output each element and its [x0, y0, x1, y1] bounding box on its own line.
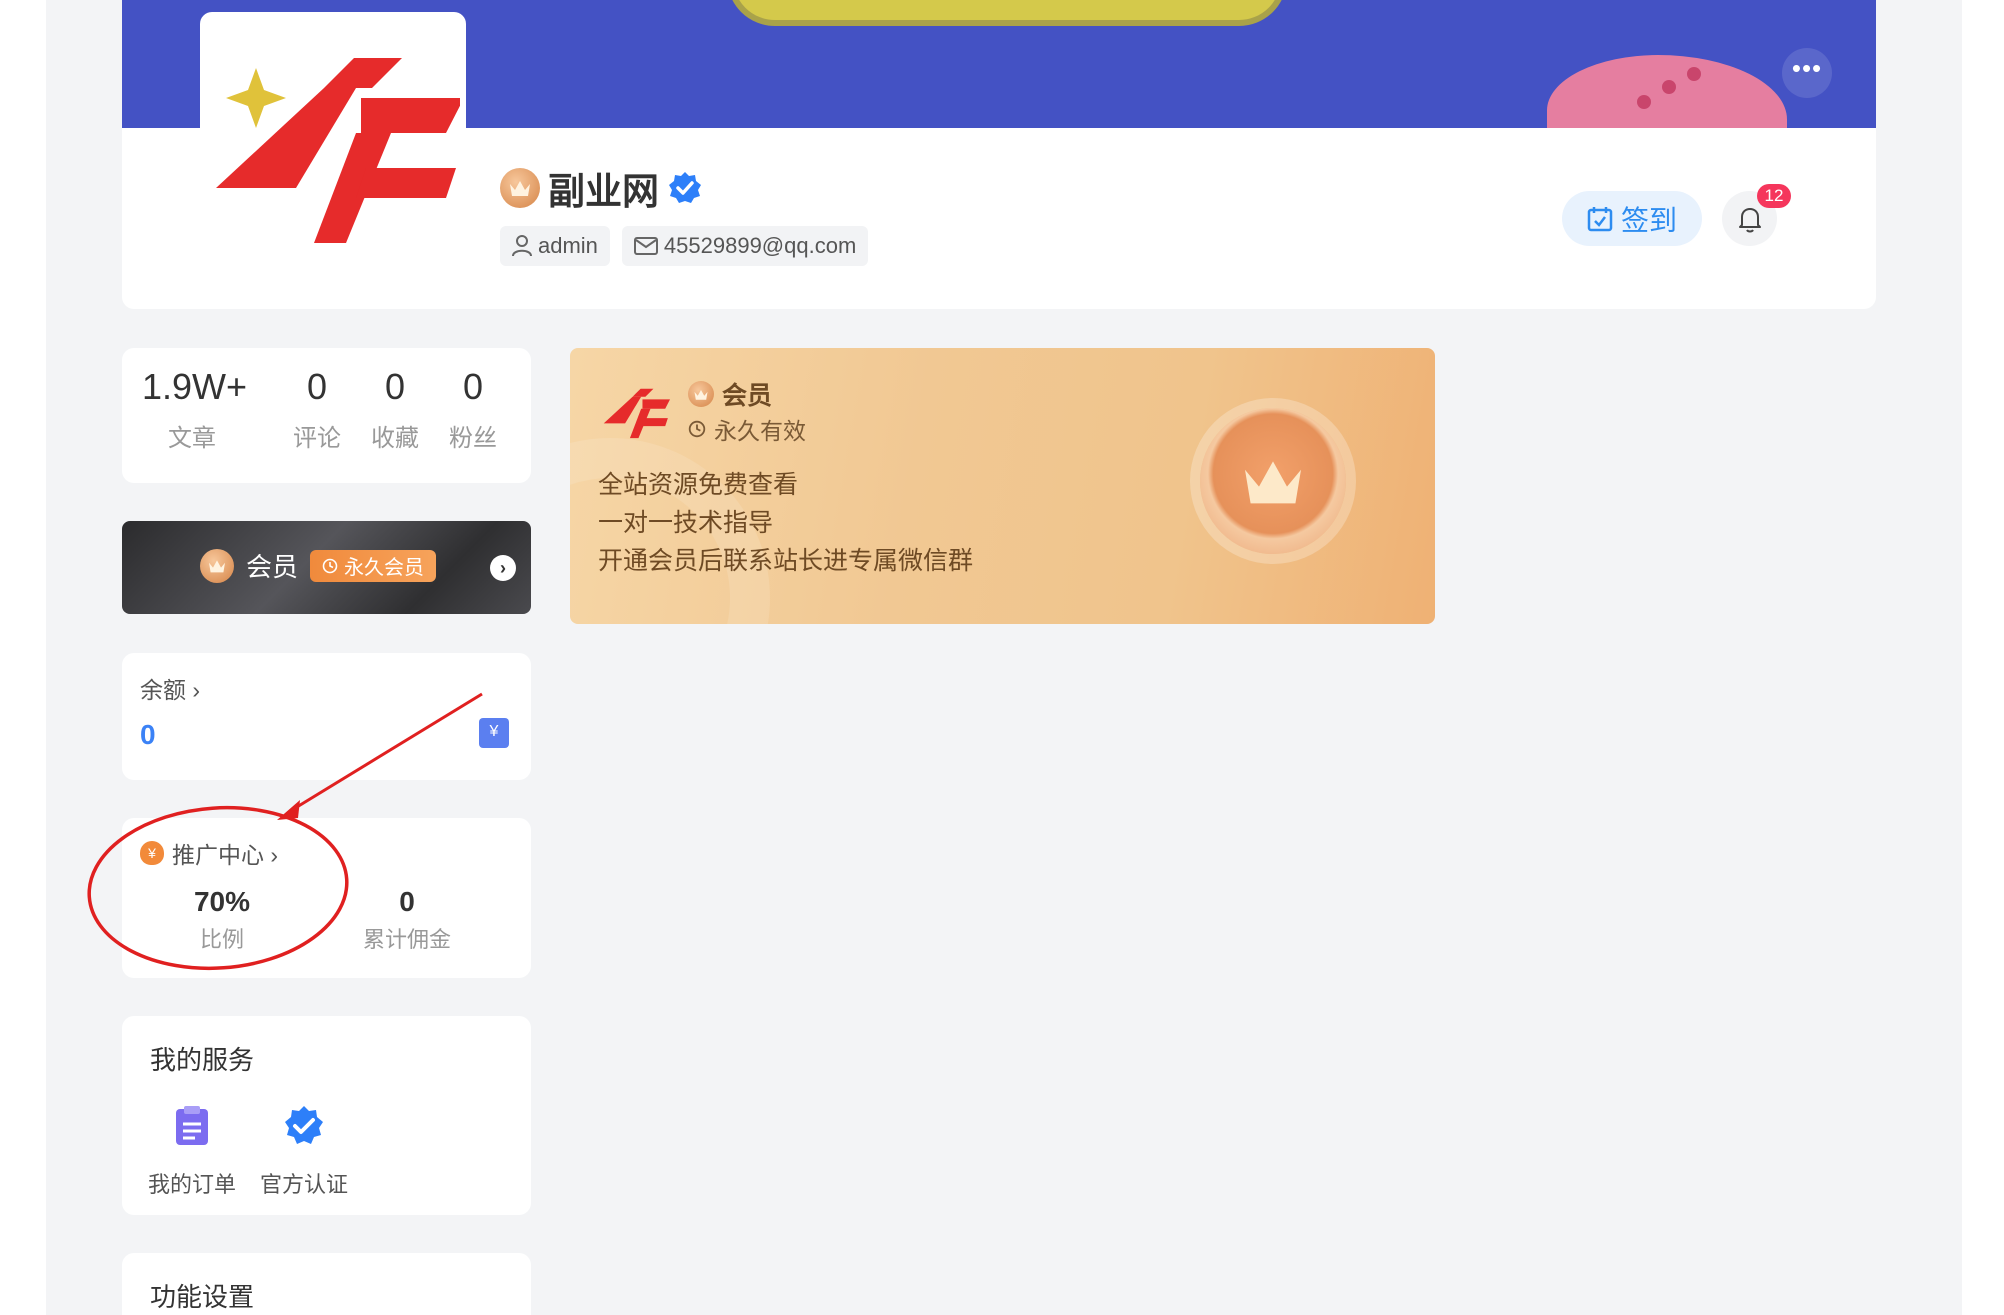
profile-header: ••• 副业网 admin 45529899@qq.com 签到 12	[122, 0, 1876, 309]
site-logo-icon	[603, 388, 671, 439]
vip-perk: 一对一技术指导	[598, 509, 774, 537]
services-card: 我的服务 我的订单 官方认证	[122, 1016, 531, 1215]
stat-articles[interactable]: 1.9W+ 文章	[142, 366, 247, 453]
stat-comments[interactable]: 0 评论	[282, 366, 352, 453]
chevron-right-icon[interactable]: ›	[490, 555, 516, 581]
site-logo-icon	[216, 58, 464, 243]
bell-icon	[1738, 207, 1761, 232]
service-my-orders[interactable]: 我的订单	[142, 1104, 242, 1199]
vip-status-bar[interactable]: 会员 永久会员 ›	[122, 521, 531, 614]
vip-crown-icon	[500, 168, 540, 208]
wallet-icon: ¥	[479, 718, 509, 748]
stats-card: 1.9W+ 文章 0 评论 0 收藏 0 粉丝	[122, 348, 531, 483]
clipboard-icon	[176, 1106, 208, 1145]
balance-value: 0	[140, 719, 156, 750]
user-icon	[512, 235, 532, 257]
promotion-title: 推广中心 ›	[172, 842, 279, 868]
verified-icon	[669, 172, 701, 203]
notification-count-badge: 12	[1757, 184, 1791, 208]
settings-title: 功能设置	[150, 1282, 255, 1312]
stat-followers[interactable]: 0 粉丝	[438, 366, 508, 453]
settings-card: 功能设置	[122, 1253, 531, 1315]
vip-perk: 开通会员后联系站长进专属微信群	[598, 547, 974, 575]
checkin-button[interactable]: 签到	[1562, 191, 1702, 246]
verified-icon	[285, 1106, 323, 1144]
email-tag: 45529899@qq.com	[621, 226, 869, 266]
crown-medal-icon	[1200, 408, 1346, 554]
username-tag: admin	[500, 226, 610, 266]
clock-icon	[688, 420, 706, 438]
commission-rate: 70% 比例	[193, 886, 251, 952]
vip-crown-icon	[200, 548, 234, 583]
avatar[interactable]	[200, 12, 466, 256]
services-title: 我的服务	[150, 1045, 255, 1075]
promotion-card[interactable]: ¥ 推广中心 › 70% 比例 0 累计佣金	[122, 818, 531, 978]
vip-benefits-card[interactable]: 会员 永久有效 全站资源免费查看 一对一技术指导 开通会员后联系站长进专属微信群	[570, 348, 1435, 624]
balance-title[interactable]: 余额 ›	[140, 671, 200, 705]
balance-card[interactable]: 余额 › 0 ¥	[122, 653, 531, 780]
mail-icon	[633, 237, 658, 255]
total-commission: 0 累计佣金	[362, 886, 451, 952]
vip-validity: 永久有效	[714, 418, 806, 444]
vip-perks-list: 全站资源免费查看 一对一技术指导 开通会员后联系站长进专属微信群	[598, 466, 973, 580]
profile-name: 副业网	[548, 171, 659, 212]
service-official-verification[interactable]: 官方认证	[254, 1104, 354, 1199]
clock-icon	[322, 558, 338, 573]
money-bag-icon: ¥	[140, 841, 164, 865]
vip-card-title: 会员	[722, 382, 773, 410]
vip-crown-icon	[688, 381, 714, 407]
vip-label: 会员	[246, 552, 299, 582]
stat-favorites[interactable]: 0 收藏	[360, 366, 430, 453]
vip-perk: 全站资源免费查看	[598, 471, 799, 499]
forever-vip-badge: 永久会员	[310, 549, 437, 582]
more-options-button[interactable]: •••	[1782, 48, 1832, 98]
calendar-check-icon	[1587, 206, 1613, 231]
